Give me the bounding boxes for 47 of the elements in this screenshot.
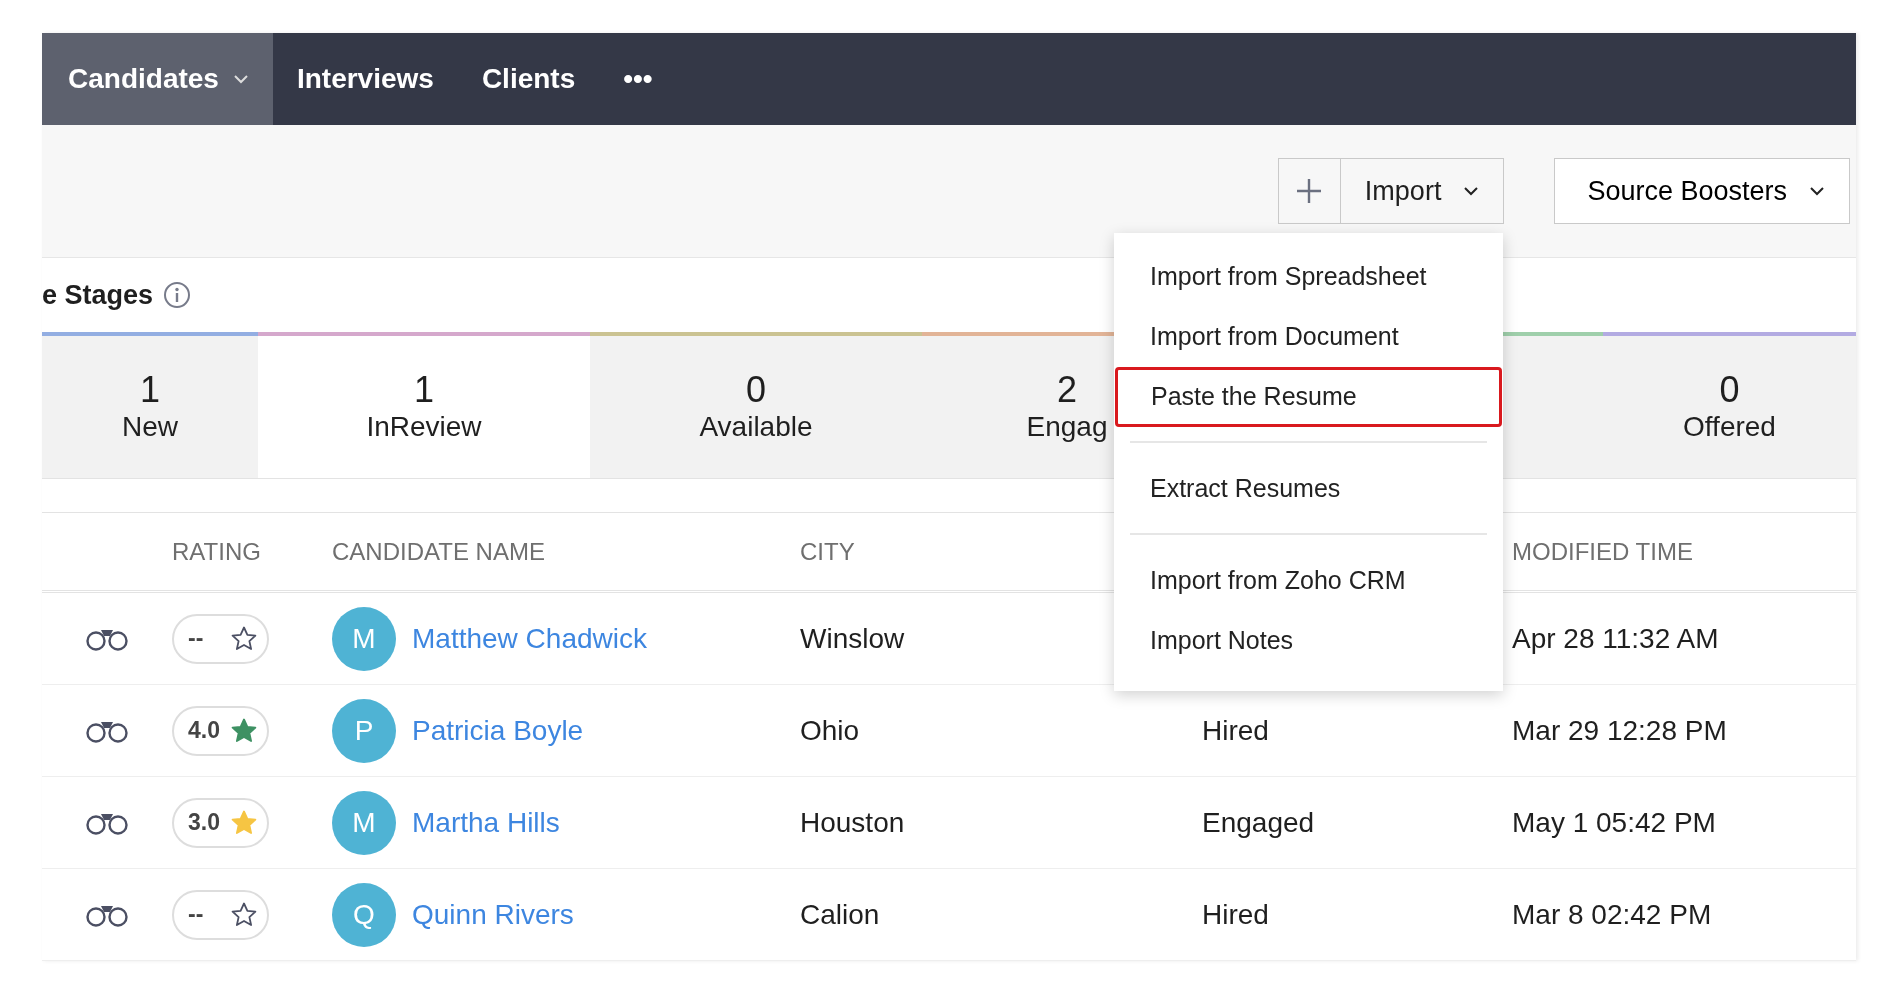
nav-tab[interactable]: Interviews bbox=[272, 33, 458, 125]
source-boosters-button[interactable]: Source Boosters bbox=[1554, 158, 1850, 224]
caret-icon bbox=[1809, 186, 1825, 196]
table-cell: Houston bbox=[800, 806, 905, 838]
nav-tab[interactable]: ••• bbox=[599, 33, 677, 125]
menu-item[interactable]: Extract Resumes bbox=[1114, 459, 1503, 519]
nav-tab[interactable]: Clients bbox=[457, 33, 600, 125]
avatar: Q bbox=[332, 882, 396, 947]
stage-tab[interactable]: 1 New bbox=[42, 332, 258, 478]
menu-item[interactable]: Import from Spreadsheet bbox=[1114, 247, 1503, 307]
rating-badge[interactable]: 4.0 bbox=[172, 705, 269, 756]
table-cell: Hired bbox=[1202, 714, 1269, 746]
caret-icon bbox=[1463, 186, 1480, 196]
rating-badge[interactable]: -- bbox=[172, 889, 269, 940]
column-header: CANDIDATE NAME bbox=[332, 537, 545, 565]
avatar: P bbox=[332, 698, 396, 763]
table-cell: Hired bbox=[1202, 898, 1269, 930]
column-header: RATING bbox=[172, 537, 261, 565]
menu-item[interactable]: Import from Document bbox=[1114, 307, 1503, 367]
caret-icon bbox=[232, 74, 249, 84]
nav-tab[interactable]: Candidates bbox=[42, 33, 273, 125]
avatar: M bbox=[332, 790, 396, 855]
table-cell: Calion bbox=[800, 898, 880, 930]
rating-badge[interactable]: -- bbox=[172, 613, 269, 664]
candidate-name-link[interactable]: Martha Hills bbox=[412, 801, 560, 844]
table-cell: Mar 29 12:28 PM bbox=[1512, 714, 1727, 746]
menu-item[interactable]: Import Notes bbox=[1114, 611, 1503, 671]
avatar: M bbox=[332, 606, 396, 671]
section-title: e Stages bbox=[42, 278, 154, 312]
column-header: CITY bbox=[800, 537, 855, 565]
table-cell: Engaged bbox=[1202, 806, 1315, 838]
candidate-name-link[interactable]: Matthew Chadwick bbox=[412, 617, 647, 660]
stage-tab[interactable]: 0 Offered bbox=[1603, 332, 1856, 478]
info-icon[interactable] bbox=[163, 281, 192, 309]
candidate-name-link[interactable]: Quinn Rivers bbox=[412, 893, 574, 936]
column-header: MODIFIED TIME bbox=[1512, 537, 1693, 565]
menu-item[interactable]: Paste the Resume bbox=[1115, 367, 1502, 427]
stage-tab[interactable]: 0 Available bbox=[590, 332, 922, 478]
rating-badge[interactable]: 3.0 bbox=[172, 797, 269, 848]
table-cell: May 1 05:42 PM bbox=[1512, 806, 1716, 838]
candidate-name-link[interactable]: Patricia Boyle bbox=[412, 709, 584, 752]
menu-item[interactable]: Import from Zoho CRM bbox=[1114, 551, 1503, 611]
table-cell: Winslow bbox=[800, 622, 905, 654]
plus-icon bbox=[1296, 178, 1323, 204]
table-cell: Ohio bbox=[800, 714, 860, 746]
table-cell: Apr 28 11:32 AM bbox=[1512, 622, 1719, 654]
table-cell: Mar 8 02:42 PM bbox=[1512, 898, 1712, 930]
